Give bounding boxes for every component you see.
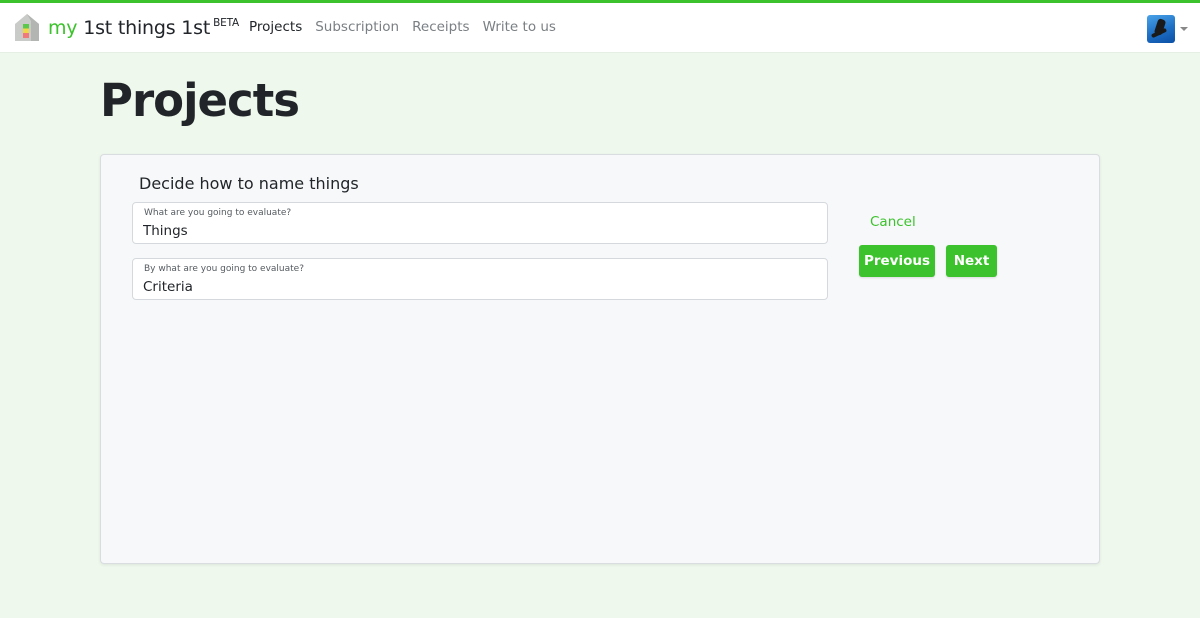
criteria-field-label: By what are you going to evaluate? (144, 264, 304, 274)
next-button[interactable]: Next (946, 245, 997, 277)
navbar: my 1st things 1st BETA Projects Subscript… (0, 3, 1200, 53)
card-title: Decide how to name things (139, 174, 359, 193)
brand-name: my 1st things 1st BETA (48, 17, 239, 39)
caret-down-icon[interactable] (1180, 27, 1188, 31)
page-title: Projects (100, 74, 300, 127)
user-avatar[interactable] (1147, 15, 1175, 43)
beta-badge: BETA (213, 17, 239, 29)
things-field[interactable]: What are you going to evaluate? (132, 202, 828, 244)
nav-link-projects[interactable]: Projects (249, 19, 302, 35)
nav-links: Projects Subscription Receipts Write to … (249, 19, 556, 35)
criteria-input[interactable] (143, 277, 813, 297)
things-input[interactable] (143, 221, 813, 241)
brand-prefix: my (48, 17, 78, 39)
nav-link-receipts[interactable]: Receipts (412, 19, 469, 35)
brand[interactable]: my 1st things 1st BETA (14, 13, 239, 43)
nav-link-subscription[interactable]: Subscription (315, 19, 399, 35)
things-field-label: What are you going to evaluate? (144, 208, 292, 218)
criteria-field[interactable]: By what are you going to evaluate? (132, 258, 828, 300)
house-priority-icon (15, 14, 39, 41)
previous-button[interactable]: Previous (859, 245, 935, 277)
brand-title: 1st things 1st (83, 17, 211, 39)
user-menu[interactable] (1147, 15, 1188, 43)
nav-link-write-to-us[interactable]: Write to us (483, 19, 556, 35)
cancel-link[interactable]: Cancel (870, 214, 916, 230)
project-wizard-card: Decide how to name things What are you g… (100, 154, 1100, 564)
